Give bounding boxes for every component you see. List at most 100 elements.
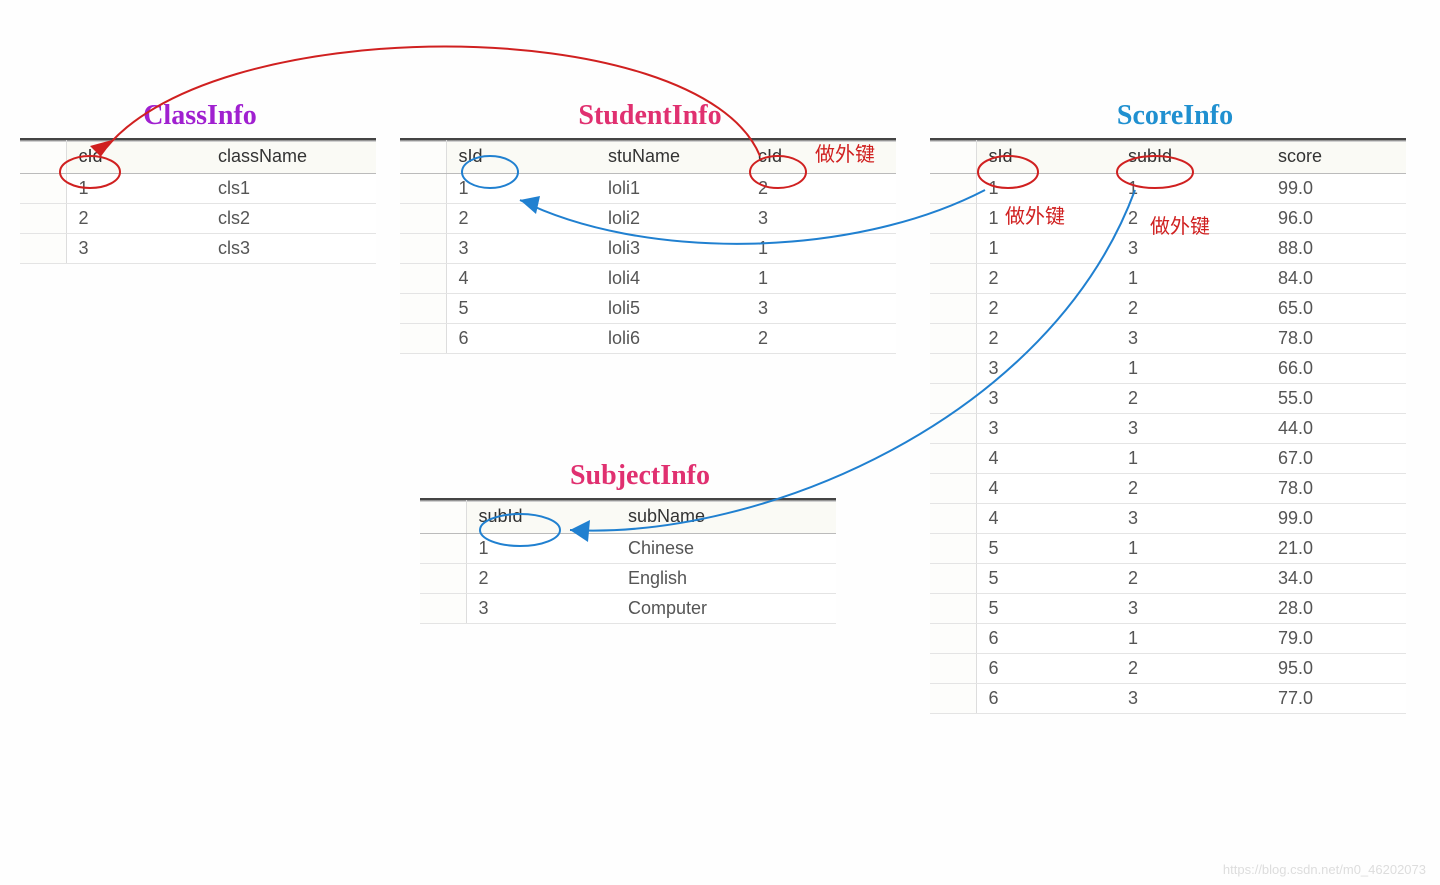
table-row: 5328.0 — [930, 594, 1406, 624]
row-gutter — [930, 354, 976, 384]
cell: 3 — [1116, 324, 1266, 354]
table-row: 6377.0 — [930, 684, 1406, 714]
cell: 21.0 — [1266, 534, 1406, 564]
cell: 3 — [1116, 594, 1266, 624]
cell: 1 — [1116, 174, 1266, 204]
cell: 3 — [466, 594, 616, 624]
scoreinfo-header-score: score — [1266, 139, 1406, 174]
cell: 2 — [446, 204, 596, 234]
cell: 1 — [466, 534, 616, 564]
cell: 3 — [1116, 684, 1266, 714]
cell: 99.0 — [1266, 174, 1406, 204]
scoreinfo-header-subid: subId — [1116, 139, 1266, 174]
cell: 1 — [976, 234, 1116, 264]
row-gutter — [930, 294, 976, 324]
table-row: 3loli31 — [400, 234, 896, 264]
cell: 3 — [746, 294, 896, 324]
cell: 3 — [976, 354, 1116, 384]
table-row: 6295.0 — [930, 654, 1406, 684]
row-gutter — [930, 204, 976, 234]
row-gutter — [930, 534, 976, 564]
table-row: 2English — [420, 564, 836, 594]
cell: cls1 — [206, 174, 376, 204]
cell: 1 — [1116, 264, 1266, 294]
scoreinfo-header-sid: sId — [976, 139, 1116, 174]
cell: 2 — [1116, 294, 1266, 324]
table-row: 6179.0 — [930, 624, 1406, 654]
studentinfo-header-sid: sId — [446, 139, 596, 174]
table-row: 3cls3 — [20, 234, 376, 264]
cell: 3 — [746, 204, 896, 234]
cell: Computer — [616, 594, 836, 624]
cell: 95.0 — [1266, 654, 1406, 684]
cell: 4 — [446, 264, 596, 294]
studentinfo-title: StudentInfo — [400, 100, 900, 132]
row-gutter — [400, 294, 446, 324]
row-gutter — [930, 324, 976, 354]
annotation-fk-cid: 做外键 — [815, 138, 875, 167]
row-gutter — [930, 384, 976, 414]
cell: loli2 — [596, 204, 746, 234]
row-gutter — [930, 564, 976, 594]
row-gutter — [930, 474, 976, 504]
table-row: 2265.0 — [930, 294, 1406, 324]
cell: 84.0 — [1266, 264, 1406, 294]
annotation-fk-subid: 做外键 — [1150, 210, 1210, 239]
row-gutter — [930, 234, 976, 264]
table-row: 3255.0 — [930, 384, 1406, 414]
cell: 3 — [66, 234, 206, 264]
subjectinfo-title: SubjectInfo — [420, 460, 860, 492]
cell: 6 — [976, 684, 1116, 714]
row-gutter — [400, 264, 446, 294]
table-row: 3344.0 — [930, 414, 1406, 444]
cell: 2 — [1116, 474, 1266, 504]
cell: 79.0 — [1266, 624, 1406, 654]
row-gutter — [400, 204, 446, 234]
subjectinfo-header-subid: subId — [466, 499, 616, 534]
cell: 5 — [976, 594, 1116, 624]
cell: loli5 — [596, 294, 746, 324]
cell: 2 — [1116, 654, 1266, 684]
classinfo-header-classname: className — [206, 139, 376, 174]
row-gutter — [400, 234, 446, 264]
cell: loli3 — [596, 234, 746, 264]
table-row: 3166.0 — [930, 354, 1406, 384]
cell: 77.0 — [1266, 684, 1406, 714]
table-row: 2loli23 — [400, 204, 896, 234]
cell: 4 — [976, 504, 1116, 534]
table-row: 1cls1 — [20, 174, 376, 204]
cell: 2 — [746, 324, 896, 354]
table-row: 4167.0 — [930, 444, 1406, 474]
row-gutter — [20, 174, 66, 204]
cell: loli6 — [596, 324, 746, 354]
table-row: 3Computer — [420, 594, 836, 624]
table-row: 1loli12 — [400, 174, 896, 204]
cell: 6 — [976, 654, 1116, 684]
row-gutter — [420, 534, 466, 564]
cell: 34.0 — [1266, 564, 1406, 594]
cell: loli1 — [596, 174, 746, 204]
row-gutter — [930, 594, 976, 624]
cell: 96.0 — [1266, 204, 1406, 234]
cell: 78.0 — [1266, 474, 1406, 504]
table-row: 4399.0 — [930, 504, 1406, 534]
cell: 3 — [446, 234, 596, 264]
cell: loli4 — [596, 264, 746, 294]
cell: 44.0 — [1266, 414, 1406, 444]
cell: 2 — [1116, 384, 1266, 414]
cell: 3 — [1116, 414, 1266, 444]
table-row: 1Chinese — [420, 534, 836, 564]
cell: 4 — [976, 444, 1116, 474]
row-gutter — [930, 654, 976, 684]
cell: 1 — [446, 174, 596, 204]
cell: 2 — [976, 264, 1116, 294]
table-row: 2184.0 — [930, 264, 1406, 294]
cell: 1 — [1116, 624, 1266, 654]
cell: 3 — [976, 414, 1116, 444]
table-row: 5loli53 — [400, 294, 896, 324]
cell: 1 — [1116, 444, 1266, 474]
cell: 65.0 — [1266, 294, 1406, 324]
cell: 1 — [746, 264, 896, 294]
cell: 3 — [1116, 504, 1266, 534]
table-row: 5234.0 — [930, 564, 1406, 594]
